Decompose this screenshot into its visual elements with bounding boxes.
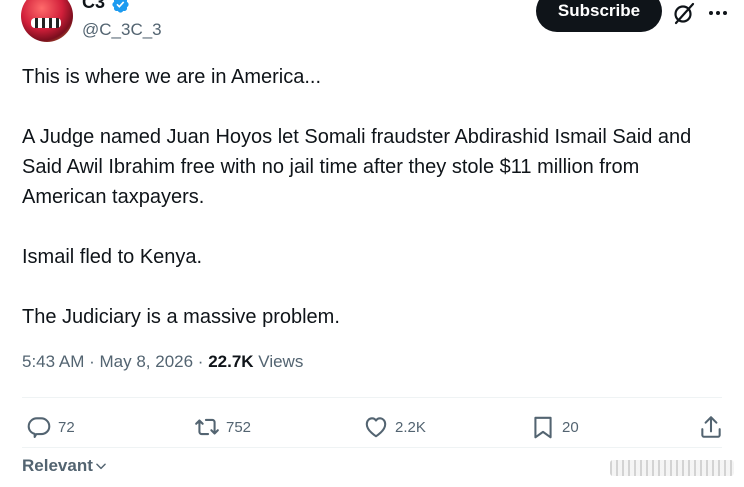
divider bbox=[22, 447, 722, 448]
chevron-down-icon bbox=[96, 463, 106, 470]
views-count: 22.7K bbox=[208, 352, 254, 371]
repost-icon bbox=[195, 418, 219, 436]
bookmark-count: 20 bbox=[562, 418, 579, 436]
divider bbox=[22, 397, 722, 398]
verified-badge-icon bbox=[112, 0, 129, 13]
meta-separator: · bbox=[89, 352, 100, 371]
bookmark-icon bbox=[534, 416, 552, 439]
views-label: Views bbox=[258, 352, 304, 371]
tweet-paragraph: This is where we are in America... bbox=[22, 66, 321, 88]
tweet-text: This is where we are in America... A Jud… bbox=[22, 62, 722, 332]
like-count: 2.2K bbox=[395, 418, 426, 436]
reply-button[interactable]: 72 bbox=[26, 412, 75, 442]
repost-button[interactable]: 752 bbox=[194, 412, 251, 442]
more-icon[interactable] bbox=[706, 1, 730, 25]
reply-count: 72 bbox=[58, 418, 75, 436]
author-name[interactable]: C3 bbox=[82, 0, 105, 13]
tweet-paragraph: Ismail fled to Kenya. bbox=[22, 246, 203, 268]
tweet-meta: 5:43 AM · May 8, 2026 · 22.7K Views bbox=[22, 352, 303, 372]
tweet-date[interactable]: May 8, 2026 bbox=[100, 352, 194, 371]
avatar[interactable] bbox=[21, 0, 73, 42]
tweet-paragraph: A Judge named Juan Hoyos let Somali frau… bbox=[22, 126, 692, 208]
sort-label: Relevant bbox=[22, 456, 93, 475]
share-button[interactable] bbox=[698, 412, 730, 442]
like-button[interactable]: 2.2K bbox=[363, 412, 426, 442]
tweet-paragraph: The Judiciary is a massive problem. bbox=[22, 306, 340, 328]
grok-icon[interactable] bbox=[672, 1, 696, 25]
sort-dropdown[interactable]: Relevant bbox=[22, 456, 108, 476]
heart-icon bbox=[365, 417, 387, 438]
watermark bbox=[610, 460, 734, 476]
meta-separator: · bbox=[197, 352, 209, 371]
subscribe-button[interactable]: Subscribe bbox=[536, 0, 662, 32]
bookmark-button[interactable]: 20 bbox=[530, 412, 579, 442]
reply-icon bbox=[27, 417, 51, 438]
share-icon bbox=[701, 416, 721, 438]
tweet-time[interactable]: 5:43 AM bbox=[22, 352, 84, 371]
repost-count: 752 bbox=[226, 418, 252, 436]
author-handle[interactable]: @C_3C_3 bbox=[82, 20, 162, 40]
